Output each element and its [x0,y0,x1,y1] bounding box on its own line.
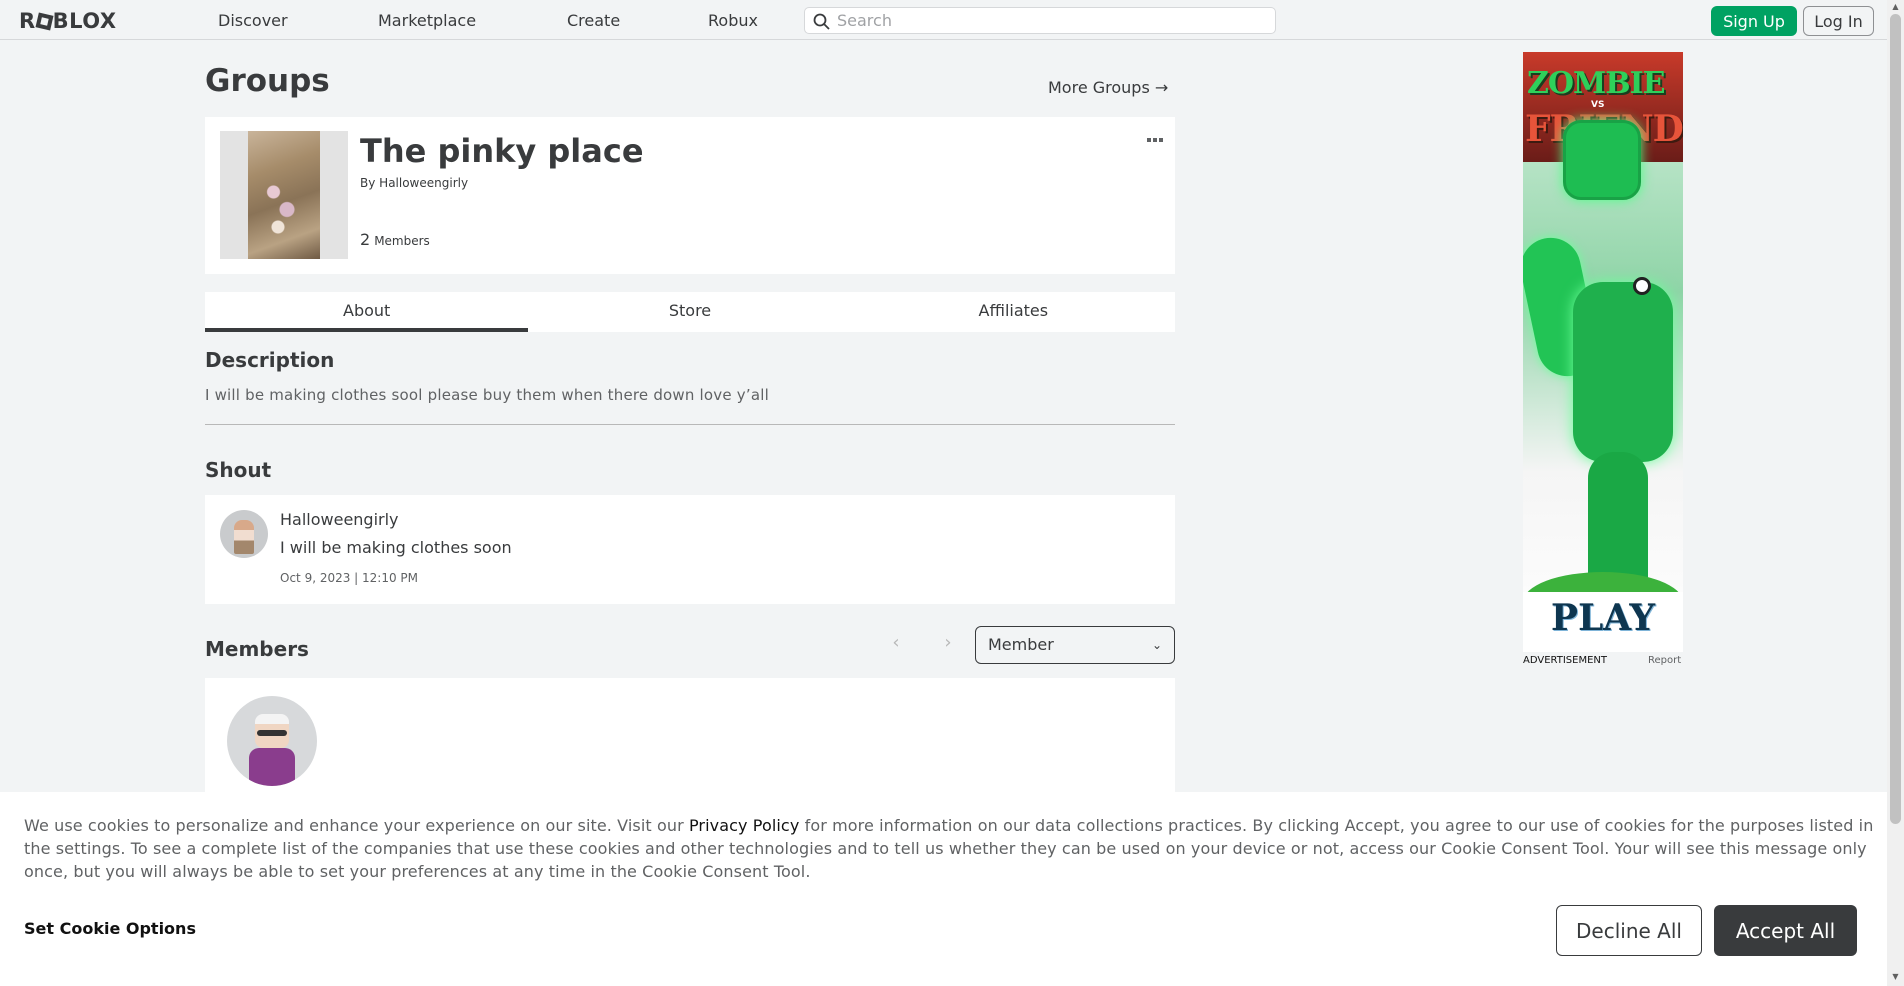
chevron-right-icon[interactable]: › [938,633,958,653]
log-in-button[interactable]: Log In [1803,6,1874,36]
tab-about[interactable]: About [205,292,529,332]
group-owner-line: By Halloweengirly [360,176,468,190]
group-owner-link[interactable]: Halloweengirly [379,176,468,190]
scroll-down-icon[interactable]: ▼ [1890,972,1901,982]
nav-robux[interactable]: Robux [708,11,758,30]
chevron-down-icon: ⌄ [1151,638,1162,652]
ellipsis-icon[interactable] [1147,131,1163,147]
group-name: The pinky place [360,132,644,170]
more-groups-link[interactable]: More Groups → [1048,78,1168,97]
advertisement-label: ADVERTISEMENT [1523,655,1608,666]
advertisement-banner[interactable]: ZOMBIE VS FRIEND PLAY [1523,52,1683,652]
scroll-up-icon[interactable]: ▲ [1890,2,1901,12]
description-text: I will be making clothes sool please buy… [205,386,769,404]
chevron-left-icon[interactable]: ‹ [886,633,906,653]
search-icon [813,13,830,30]
nav-marketplace[interactable]: Marketplace [378,11,476,30]
group-emblem [220,131,348,259]
tab-affiliates[interactable]: Affiliates [852,292,1175,332]
ad-title-line1: ZOMBIE [1527,66,1665,101]
members-list [205,678,1175,798]
divider [205,424,1175,425]
privacy-policy-link[interactable]: Privacy Policy [689,816,799,835]
top-navigation: R BLOX Discover Marketplace Create Robux … [0,0,1887,40]
shout-message: I will be making clothes soon [280,538,512,557]
group-emblem-image [248,131,320,259]
description-heading: Description [205,348,335,372]
member-count-value: 2 [360,230,371,249]
search-input[interactable] [837,10,1267,31]
nav-discover[interactable]: Discover [218,11,288,30]
avatar[interactable] [220,510,268,558]
group-tabs: About Store Affiliates [205,292,1175,332]
page-title: Groups [205,63,330,99]
ad-play-button[interactable]: PLAY [1523,597,1683,639]
cookie-banner: We use cookies to personalize and enhanc… [0,792,1887,986]
member-avatar[interactable] [227,696,317,786]
decline-all-button[interactable]: Decline All [1556,905,1702,956]
shout-username[interactable]: Halloweengirly [280,510,399,529]
role-dropdown[interactable]: Member ⌄ [975,626,1175,664]
scrollbar-thumb[interactable] [1890,14,1901,824]
accept-all-button[interactable]: Accept All [1714,905,1857,956]
shout-card: Halloweengirly I will be making clothes … [205,495,1175,604]
roblox-logo[interactable]: R BLOX [19,9,117,33]
members-heading: Members [205,637,309,661]
group-header-card: The pinky place By Halloweengirly 2 Membe… [205,117,1175,274]
member-count-label: Members [374,234,430,248]
by-label: By [360,176,376,190]
role-dropdown-value: Member [988,635,1054,654]
nav-create[interactable]: Create [567,11,620,30]
shout-heading: Shout [205,458,272,482]
ad-character-eye [1633,277,1651,295]
shout-timestamp: Oct 9, 2023 | 12:10 PM [280,571,419,585]
page-scrollbar[interactable]: ▲ ▼ [1887,0,1904,986]
ad-character-body [1573,282,1673,462]
search-box[interactable] [804,7,1276,34]
tab-store[interactable]: Store [528,292,851,332]
group-member-count: 2 Members [360,230,430,249]
ad-report-link[interactable]: Report [1648,655,1681,666]
sign-up-button[interactable]: Sign Up [1711,6,1797,36]
set-cookie-options-link[interactable]: Set Cookie Options [24,919,196,938]
cookie-message: We use cookies to personalize and enhanc… [24,816,1874,881]
ad-character-head [1563,120,1641,200]
